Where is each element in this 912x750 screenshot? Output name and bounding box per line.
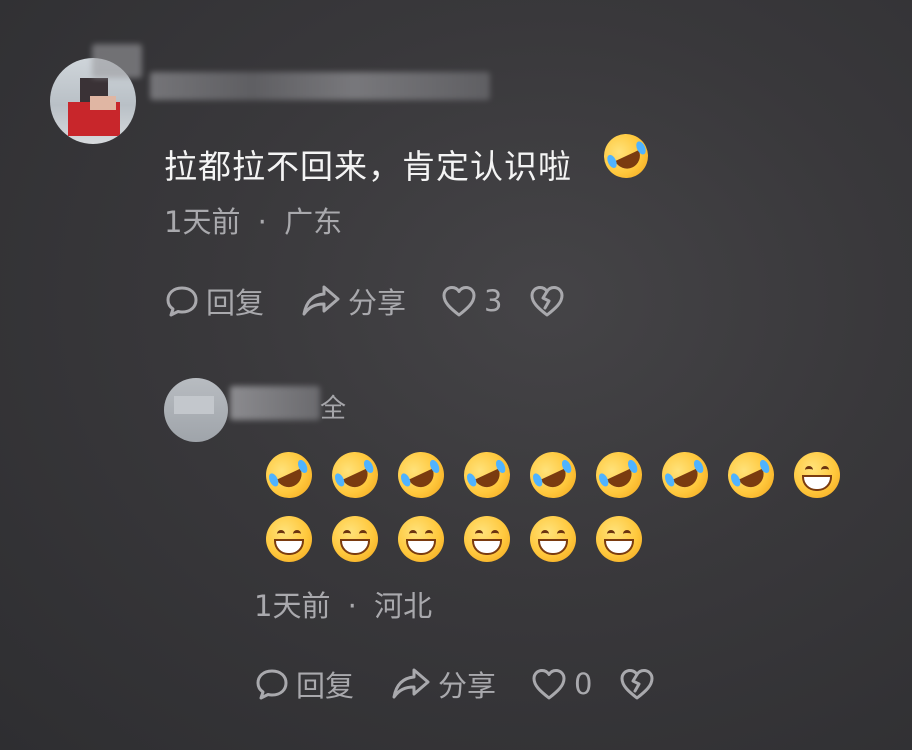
like-count: 0 — [574, 667, 593, 701]
grin-emoji — [332, 516, 378, 562]
reply-label: 回复 — [296, 669, 355, 703]
reply-emoji-row — [258, 444, 840, 506]
like-button[interactable]: 0 — [530, 666, 592, 702]
dislike-button[interactable] — [528, 283, 566, 319]
heart-icon — [532, 669, 566, 700]
share-label: 分享 — [348, 286, 407, 320]
reply-actions: 回复 分享 0 — [254, 663, 656, 705]
comment-bubble-icon — [166, 286, 198, 317]
comment-text-content: 拉都拉不回来，肯定认识啦 — [164, 147, 572, 186]
grin-emoji — [266, 516, 312, 562]
share-button[interactable]: 分享 — [390, 663, 496, 705]
blurred-avatar-badge — [92, 44, 142, 78]
replier-avatar[interactable] — [164, 378, 228, 442]
meta-separator: · — [257, 205, 267, 239]
avatar-pixel — [174, 396, 214, 414]
rofl-emoji — [456, 444, 518, 506]
grin-emoji — [596, 516, 642, 562]
reply-button[interactable]: 回复 — [254, 663, 354, 705]
broken-heart-icon — [620, 669, 654, 700]
comment-meta: 1天前 · 广东 — [164, 199, 342, 241]
rofl-emoji — [522, 444, 584, 506]
comment-text: 拉都拉不回来，肯定认识啦 — [164, 140, 572, 188]
rofl-emoji — [390, 444, 452, 506]
rofl-emoji — [588, 444, 650, 506]
broken-heart-icon — [530, 286, 564, 317]
like-count: 3 — [484, 284, 503, 318]
share-arrow-icon — [302, 285, 340, 316]
replier-username-tail: 全 — [320, 394, 347, 424]
rofl-emoji — [324, 444, 386, 506]
reply-button[interactable]: 回复 — [164, 280, 264, 322]
reply-label: 回复 — [206, 286, 265, 320]
rofl-emoji — [720, 444, 782, 506]
grin-emoji — [464, 516, 510, 562]
rofl-emoji — [258, 444, 320, 506]
share-arrow-icon — [392, 668, 430, 699]
rofl-emoji — [596, 126, 656, 186]
comment-location: 广东 — [284, 205, 343, 239]
replier-username-blurred[interactable] — [230, 386, 320, 420]
comment-bubble-icon — [256, 669, 288, 700]
reply-time: 1天前 — [254, 589, 331, 623]
meta-separator: · — [347, 589, 357, 623]
grin-emoji — [398, 516, 444, 562]
heart-icon — [442, 286, 476, 317]
comment-actions: 回复 分享 3 — [164, 280, 566, 322]
reply-location: 河北 — [374, 589, 433, 623]
comment-time: 1天前 — [164, 205, 241, 239]
grin-emoji — [794, 452, 840, 498]
share-label: 分享 — [438, 669, 497, 703]
dislike-button[interactable] — [618, 666, 656, 702]
commenter-username-blurred[interactable] — [150, 72, 490, 100]
like-button[interactable]: 3 — [440, 283, 502, 319]
reply-meta: 1天前 · 河北 — [254, 583, 432, 625]
share-button[interactable]: 分享 — [300, 280, 406, 322]
rofl-emoji — [654, 444, 716, 506]
avatar-pixel — [90, 96, 116, 110]
grin-emoji — [530, 516, 576, 562]
reply-emoji-row — [266, 516, 642, 562]
